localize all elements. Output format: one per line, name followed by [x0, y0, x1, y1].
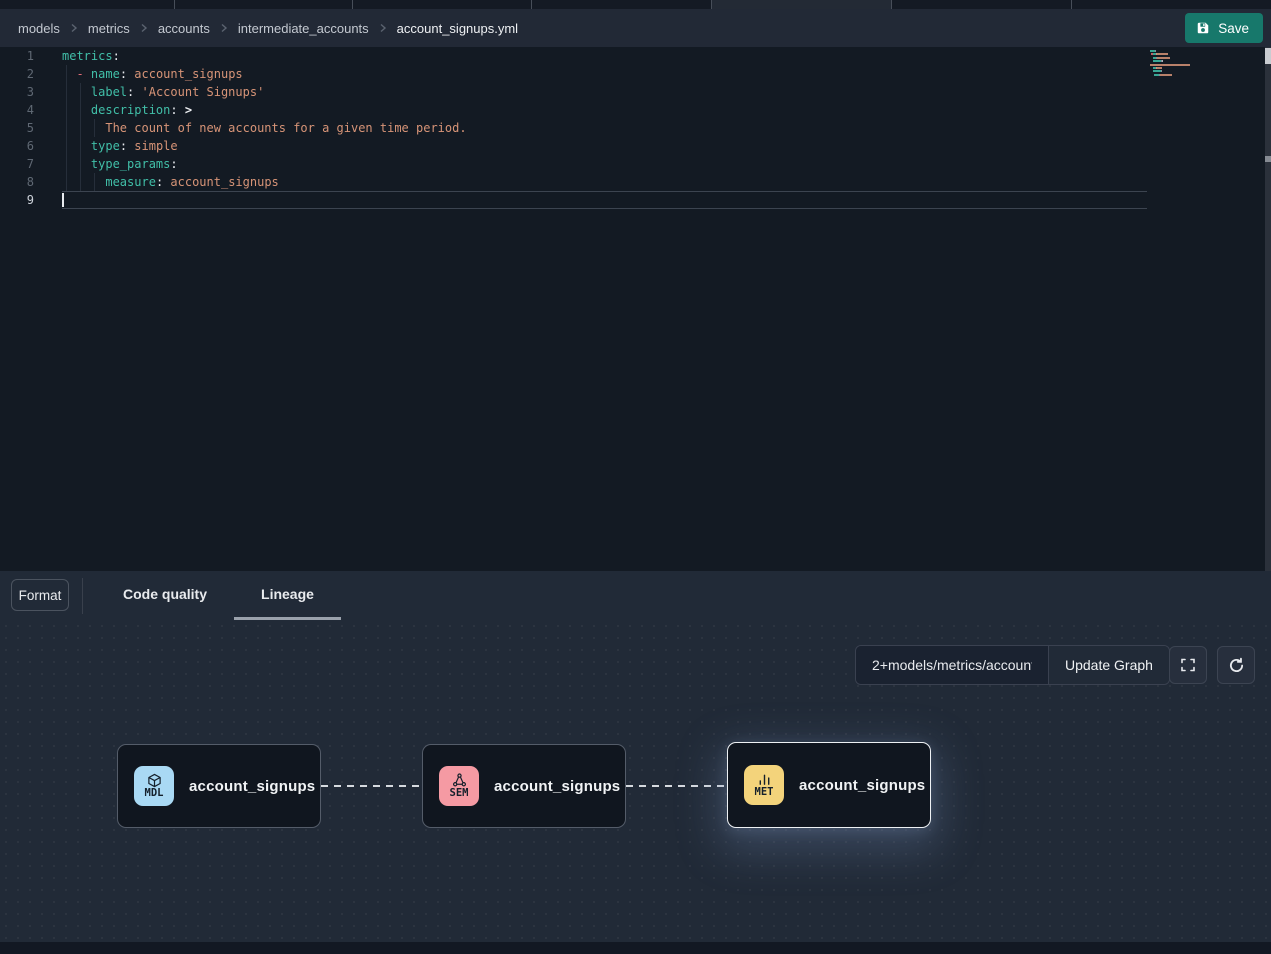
- lineage-node-semantic-model[interactable]: SEM account_signups: [422, 744, 626, 828]
- line-number: 4: [0, 101, 34, 119]
- breadcrumb-bar: models metrics accounts intermediate_acc…: [0, 9, 1271, 47]
- chevron-right-icon: [219, 23, 229, 33]
- model-badge: MDL: [134, 766, 174, 806]
- line-number: 6: [0, 137, 34, 155]
- cube-icon: [147, 773, 162, 788]
- save-icon: [1196, 21, 1210, 35]
- minimap[interactable]: [1150, 50, 1212, 81]
- file-tab[interactable]: [175, 0, 353, 9]
- fullscreen-icon: [1180, 657, 1196, 673]
- lineage-filter-group: Update Graph: [855, 645, 1170, 685]
- tab-lineage[interactable]: Lineage: [234, 571, 341, 620]
- metric-icon: [757, 772, 772, 787]
- lineage-edge: [626, 785, 727, 787]
- text-cursor: [62, 193, 64, 207]
- current-line-highlight: [62, 191, 1147, 209]
- line-number: 7: [0, 155, 34, 173]
- file-tab[interactable]: [892, 0, 1072, 9]
- code-lines: 1metrics:2 - name: account_signups3 labe…: [0, 47, 1271, 209]
- code-line[interactable]: 5 The count of new accounts for a given …: [0, 119, 1271, 137]
- save-button-label: Save: [1218, 21, 1249, 36]
- node-name: account_signups: [189, 778, 315, 795]
- chevron-right-icon: [378, 23, 388, 33]
- tab-code-quality[interactable]: Code quality: [96, 571, 234, 620]
- line-number: 1: [0, 47, 34, 65]
- scrollbar-thumb[interactable]: [1265, 48, 1271, 64]
- scrollbar-marker: [1265, 156, 1271, 162]
- breadcrumb-item[interactable]: models: [18, 21, 60, 36]
- breadcrumb-item[interactable]: intermediate_accounts: [238, 21, 369, 36]
- divider: [82, 578, 83, 614]
- lineage-filter-input[interactable]: [856, 646, 1048, 684]
- editor-file-tab-strip: [0, 0, 1271, 9]
- line-number: 2: [0, 65, 34, 83]
- save-button[interactable]: Save: [1185, 13, 1263, 43]
- panel-tabs: Code quality Lineage: [96, 571, 341, 620]
- chevron-right-icon: [69, 23, 79, 33]
- file-tab[interactable]: [1072, 0, 1271, 9]
- file-tab[interactable]: [0, 0, 175, 9]
- node-name: account_signups: [494, 778, 620, 795]
- panel-tab-row: Format Code quality Lineage: [0, 571, 1271, 620]
- code-line[interactable]: 1metrics:: [0, 47, 1271, 65]
- line-number: 9: [0, 191, 34, 209]
- format-button[interactable]: Format: [11, 579, 69, 611]
- chevron-right-icon: [139, 23, 149, 33]
- code-editor[interactable]: 1metrics:2 - name: account_signups3 labe…: [0, 47, 1271, 571]
- panel-footer-strip: [0, 942, 1271, 954]
- indent-guide: [66, 65, 67, 191]
- node-type-label: SEM: [450, 788, 469, 799]
- lineage-edge: [321, 785, 422, 787]
- lineage-node-model[interactable]: MDL account_signups: [117, 744, 321, 828]
- breadcrumb-current-file: account_signups.yml: [397, 21, 518, 36]
- semantic-model-icon: [452, 773, 467, 788]
- code-line[interactable]: 4 description: >: [0, 101, 1271, 119]
- app-window: models metrics accounts intermediate_acc…: [0, 0, 1271, 954]
- semantic-model-badge: SEM: [439, 766, 479, 806]
- node-name: account_signups: [799, 777, 925, 794]
- line-number: 8: [0, 173, 34, 191]
- node-type-label: MDL: [145, 788, 164, 799]
- file-tab-active[interactable]: [712, 0, 892, 9]
- indent-guide: [94, 173, 95, 191]
- fullscreen-button[interactable]: [1169, 646, 1207, 684]
- code-line[interactable]: 2 - name: account_signups: [0, 65, 1271, 83]
- code-line[interactable]: 6 type: simple: [0, 137, 1271, 155]
- file-tab[interactable]: [353, 0, 532, 9]
- code-line[interactable]: 7 type_params:: [0, 155, 1271, 173]
- refresh-button[interactable]: [1217, 646, 1255, 684]
- update-graph-button[interactable]: Update Graph: [1048, 646, 1169, 684]
- editor-scrollbar[interactable]: [1265, 47, 1271, 571]
- breadcrumb: models metrics accounts intermediate_acc…: [18, 21, 518, 36]
- breadcrumb-item[interactable]: accounts: [158, 21, 210, 36]
- breadcrumb-item[interactable]: metrics: [88, 21, 130, 36]
- file-tab[interactable]: [532, 0, 712, 9]
- line-number: 5: [0, 119, 34, 137]
- metric-badge: MET: [744, 765, 784, 805]
- node-type-label: MET: [755, 787, 774, 798]
- code-line[interactable]: 8 measure: account_signups: [0, 173, 1271, 191]
- indent-guide: [94, 119, 95, 137]
- lineage-node-metric-selected[interactable]: MET account_signups: [727, 742, 931, 828]
- line-number: 3: [0, 83, 34, 101]
- refresh-icon: [1228, 657, 1245, 674]
- indent-guide: [80, 83, 81, 191]
- code-line[interactable]: 3 label: 'Account Signups': [0, 83, 1271, 101]
